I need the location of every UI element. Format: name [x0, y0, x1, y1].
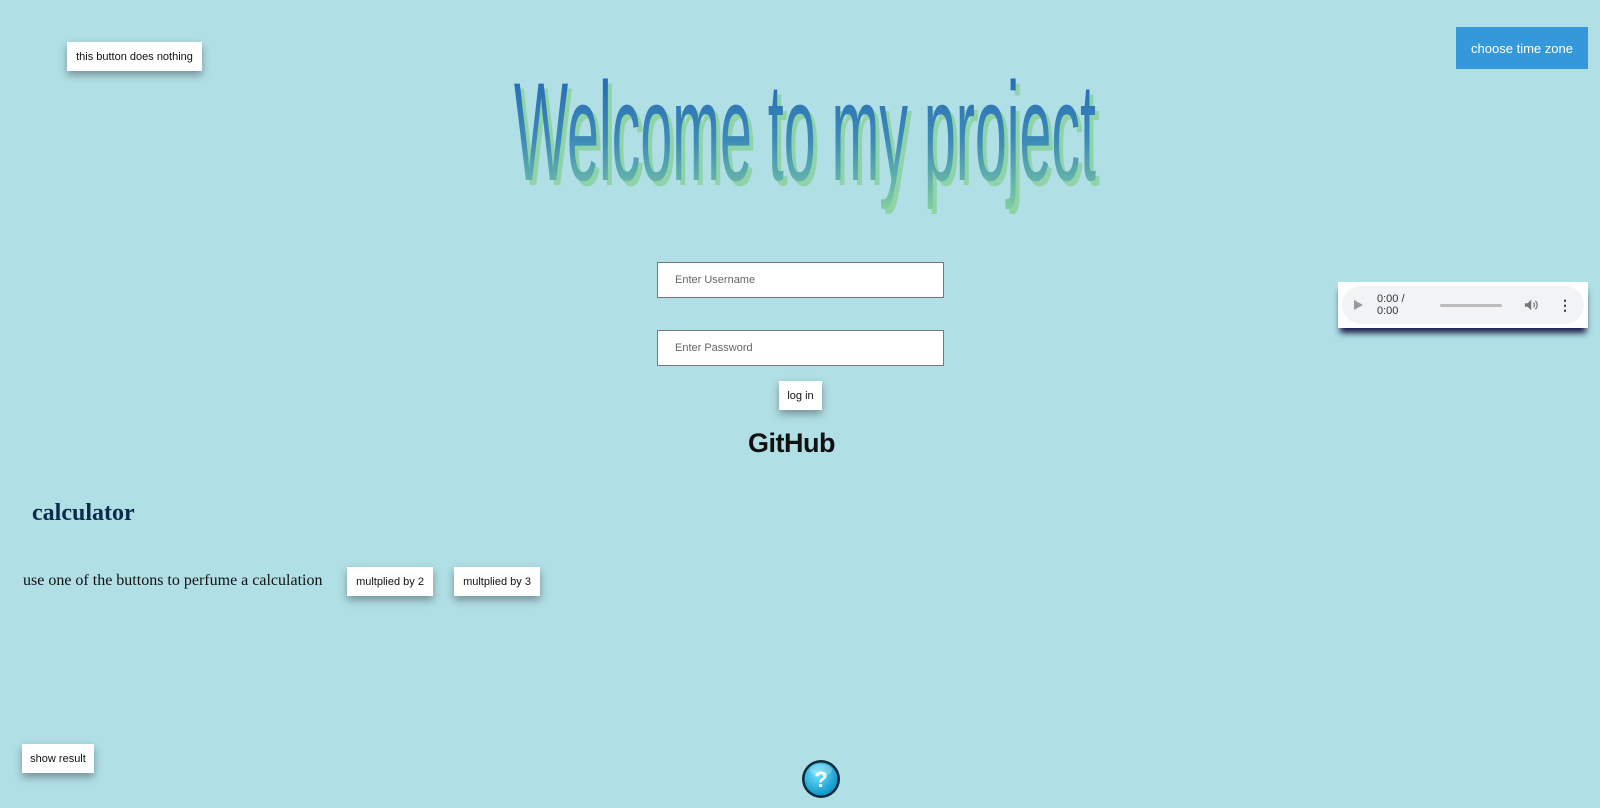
audio-controls: 0:00 / 0:00 ⋮: [1342, 286, 1584, 324]
more-options-icon[interactable]: ⋮: [1558, 298, 1572, 312]
github-link[interactable]: GitHub: [748, 428, 852, 462]
audio-progress-bar[interactable]: [1440, 303, 1502, 307]
audio-player[interactable]: 0:00 / 0:00 ⋮: [1338, 282, 1588, 328]
username-input[interactable]: [657, 262, 944, 298]
login-button[interactable]: log in: [779, 381, 822, 410]
multiply-by-3-button[interactable]: multplied by 3: [454, 567, 540, 596]
title-text: Welcome to my project: [514, 53, 1096, 210]
page-title: Welcome to my project Welcome to my proj…: [514, 53, 1100, 215]
noop-button[interactable]: this button does nothing: [67, 42, 202, 71]
play-icon[interactable]: [1354, 300, 1363, 310]
volume-icon[interactable]: [1524, 298, 1538, 312]
show-result-button[interactable]: show result: [22, 744, 94, 773]
choose-time-zone-button[interactable]: choose time zone: [1456, 27, 1588, 69]
help-glyph: ?: [814, 767, 827, 792]
password-input[interactable]: [657, 330, 944, 366]
audio-time: 0:00 / 0:00: [1377, 293, 1405, 317]
multiply-by-2-button[interactable]: multplied by 2: [347, 567, 433, 596]
question-mark-icon[interactable]: ?: [801, 759, 841, 799]
calculator-description: use one of the buttons to perfume a calc…: [23, 572, 323, 589]
calculator-heading: calculator: [32, 500, 135, 526]
